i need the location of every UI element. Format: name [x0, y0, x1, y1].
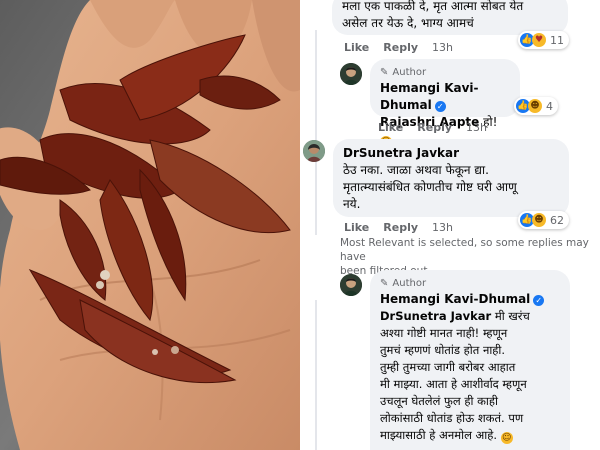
commenter-name[interactable]: DrSunetra Javkar [343, 145, 559, 162]
haha-reaction-icon: ☻ [532, 213, 546, 227]
person-icon [340, 274, 362, 296]
like-link[interactable]: Like [378, 121, 403, 134]
reply-2-first-line-rest: मी खरंच [491, 309, 530, 323]
person-icon [340, 63, 362, 85]
comment-1-reactions[interactable]: 👍 ♥ 11 [518, 31, 569, 49]
thread-line [315, 300, 317, 450]
reply-bubble-1: ✎ Author Hemangi Kavi-Dhumal ✓ Rajashri A… [370, 59, 520, 148]
commenter-avatar[interactable] [303, 140, 325, 162]
like-link[interactable]: Like [344, 41, 369, 54]
comment-2-line-1: ठेउ नका. जाळा अथवा फेकून द्या. [343, 163, 489, 177]
care-reaction-icon: ♥ [532, 33, 546, 47]
reply-2-line-7-text: माझ्यासाठी हे अनमोल आहे. [380, 428, 498, 442]
commenter-name[interactable]: Hemangi Kavi-Dhumal [380, 81, 479, 112]
like-link[interactable]: Like [344, 221, 369, 234]
author-avatar[interactable] [340, 63, 362, 85]
author-avatar[interactable] [340, 274, 362, 296]
comment-2-reaction-count: 62 [550, 213, 564, 227]
comment-2-line-2: मृतात्म्यासंबंधित कोणतीच गोष्ट घरी आणू [343, 180, 517, 194]
reply-1-actions: Like Reply 13h [378, 121, 487, 134]
comment-2-actions: Like Reply 13h [344, 221, 453, 234]
thread-line [315, 30, 317, 235]
comment-bubble-1: मला एक पाकळी दे, मृत आत्मा सोबत येत असेल… [332, 0, 568, 35]
commenter-name[interactable]: Hemangi Kavi-Dhumal [380, 292, 530, 306]
reply-link[interactable]: Reply [383, 221, 418, 234]
reply-2-line-7: माझ्यासाठी हे अनमोल आहे. ☺ [380, 427, 560, 444]
reply-2-line-6: लोकांसाठी धोतांड होऊ शकतं. पण [380, 411, 524, 425]
photo-panel [0, 0, 300, 450]
verified-badge-icon: ✓ [434, 101, 446, 112]
comments-panel: मला एक पाकळी दे, मृत आत्मा सोबत येत असेल… [300, 0, 600, 450]
reply-2-line-2: तुमचं म्हणणं धोतांड होत नाही. [380, 343, 506, 357]
haha-reaction-icon: ☻ [528, 99, 542, 113]
reply-link[interactable]: Reply [417, 121, 452, 134]
verified-badge-icon: ✓ [533, 295, 545, 306]
timestamp[interactable]: 13h [432, 221, 453, 234]
reply-2-line-3: तुम्ही तुमच्या जागी बरोबर आहात [380, 360, 516, 374]
author-badge: ✎ Author [380, 276, 560, 291]
reply-link[interactable]: Reply [383, 41, 418, 54]
author-badge-label: Author [392, 67, 427, 78]
comment-1-reaction-count: 11 [550, 33, 564, 47]
pen-icon: ✎ [380, 278, 389, 289]
timestamp[interactable]: 13h [466, 121, 487, 134]
author-badge: ✎ Author [380, 65, 510, 80]
reply-2-line-4: मी माझ्या. आता हे आशीर्वाद म्हणून [380, 377, 527, 391]
reply-bubble-2: ✎ Author Hemangi Kavi-Dhumal ✓ DrSunetra … [370, 270, 570, 450]
mention-link[interactable]: DrSunetra Javkar [380, 309, 491, 323]
filter-note-line-1: Most Relevant is selected, so some repli… [340, 237, 589, 263]
comment-1-actions: Like Reply 13h [344, 41, 453, 54]
comment-1-line-1: मला एक पाकळी दे, मृत आत्मा सोबत येत [342, 0, 524, 13]
comment-1-line-2: असेल तर येऊ दे, भाग्य आमचं [342, 16, 474, 30]
reply-2-line-1: अश्या गोष्टी मानत नाही! म्हणून [380, 326, 508, 340]
hand-petals-photo [0, 0, 300, 450]
author-badge-label: Author [392, 278, 427, 289]
smile-emoji-icon: ☺ [500, 432, 513, 444]
comment-2-reactions[interactable]: 👍 ☻ 62 [518, 211, 569, 229]
person-icon [303, 140, 325, 162]
pen-icon: ✎ [380, 67, 389, 78]
reply-1-reactions[interactable]: 👍 ☻ 4 [514, 97, 558, 115]
reply-1-reaction-count: 4 [546, 99, 553, 113]
comment-bubble-2: DrSunetra Javkar ठेउ नका. जाळा अथवा फेकू… [333, 139, 569, 217]
reply-2-line-5: उचलून घेतलेलं फुल ही काही [380, 394, 498, 408]
timestamp[interactable]: 13h [432, 41, 453, 54]
